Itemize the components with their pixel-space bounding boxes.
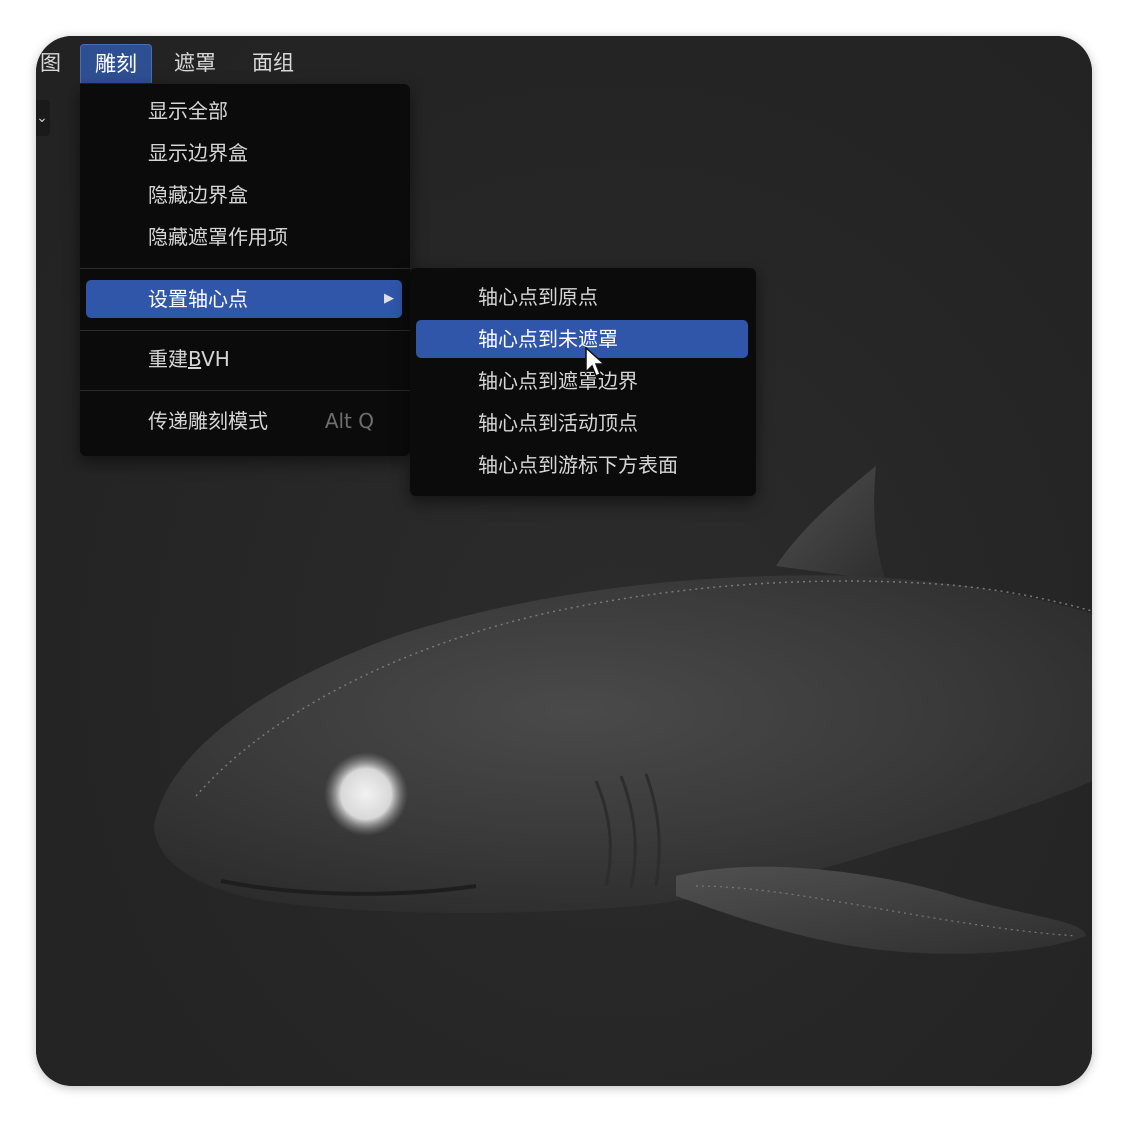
sculpt-dropdown-menu: 显示全部 显示边界盒 隐藏边界盒 隐藏遮罩作用项 设置轴心点 ▶ 重建BVH 传… [80, 84, 410, 456]
menu-item-show-all[interactable]: 显示全部 [86, 92, 402, 130]
app-window: 图 雕刻 遮罩 面组 ⌄ 显示全部 显示边界盒 隐藏边界盒 隐藏遮罩作用项 设置… [36, 36, 1092, 1086]
menu-item-label-accelerator: B [188, 347, 202, 371]
menu-item-hide-bounding-box[interactable]: 隐藏边界盒 [86, 176, 402, 214]
menu-mask[interactable]: 遮罩 [160, 44, 230, 82]
submenu-item-pivot-active-vertex[interactable]: 轴心点到活动顶点 [416, 404, 748, 442]
menu-item-hide-masked[interactable]: 隐藏遮罩作用项 [86, 218, 402, 256]
menu-item-set-pivot[interactable]: 设置轴心点 ▶ [86, 280, 402, 318]
submenu-item-pivot-origin[interactable]: 轴心点到原点 [416, 278, 748, 316]
submenu-item-pivot-mask-border[interactable]: 轴心点到遮罩边界 [416, 362, 748, 400]
menu-view[interactable]: 图 [36, 44, 75, 82]
menu-sculpt[interactable]: 雕刻 [80, 44, 152, 83]
mouse-pointer-icon [585, 346, 606, 378]
menu-separator [80, 390, 410, 391]
menu-face-sets[interactable]: 面组 [238, 44, 308, 82]
set-pivot-submenu: 轴心点到原点 轴心点到未遮罩 轴心点到遮罩边界 轴心点到活动顶点 轴心点到游标下… [410, 268, 756, 496]
menu-separator [80, 268, 410, 269]
menu-separator [80, 330, 410, 331]
shortcut-label: Alt Q [324, 409, 374, 433]
submenu-item-pivot-surface-under-cursor[interactable]: 轴心点到游标下方表面 [416, 446, 748, 484]
triangle-right-icon: ▶ [384, 291, 394, 306]
menu-item-label-prefix: 重建 [148, 347, 188, 371]
menubar: 图 雕刻 遮罩 面组 [36, 40, 1092, 84]
submenu-item-pivot-unmasked[interactable]: 轴心点到未遮罩 [416, 320, 748, 358]
menu-item-label: 传递雕刻模式 [148, 409, 268, 433]
menu-item-transfer-sculpt-mode[interactable]: 传递雕刻模式 Alt Q [86, 402, 402, 440]
menu-item-label: 设置轴心点 [148, 287, 248, 311]
menu-item-show-bounding-box[interactable]: 显示边界盒 [86, 134, 402, 172]
menu-item-label-suffix: VH [201, 347, 230, 371]
3d-viewport[interactable]: 图 雕刻 遮罩 面组 ⌄ 显示全部 显示边界盒 隐藏边界盒 隐藏遮罩作用项 设置… [36, 36, 1092, 1086]
menu-item-rebuild-bvh[interactable]: 重建BVH [86, 340, 402, 378]
chevron-down-icon[interactable]: ⌄ [36, 100, 50, 136]
